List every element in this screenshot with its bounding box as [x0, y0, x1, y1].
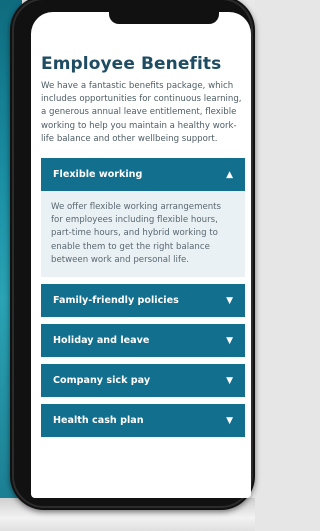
accordion-label: Holiday and leave: [53, 335, 150, 347]
intro-text: We have a fantastic benefits package, wh…: [41, 81, 242, 144]
chevron-down-icon: ▼: [226, 295, 233, 306]
chevron-up-icon: ▲: [226, 169, 233, 180]
phone-screen: Employee Benefits We have a fantastic be…: [31, 12, 251, 498]
accordion-label: Company sick pay: [53, 375, 151, 387]
accordion-header-health-cash-plan[interactable]: Health cash plan ▼: [41, 404, 245, 438]
page-title: Employee Benefits: [41, 54, 222, 74]
phone-notch: [109, 12, 219, 24]
accordion-panel-flexible-working: We offer flexible working arrangements f…: [41, 191, 245, 278]
benefits-accordion: Flexible working ▲ We offer flexible wor…: [41, 158, 245, 438]
accordion-header-sick-pay[interactable]: Company sick pay ▼: [41, 364, 245, 398]
accordion-label: Health cash plan: [53, 415, 144, 427]
chevron-down-icon: ▼: [226, 375, 233, 386]
accordion-label: Family-friendly policies: [53, 295, 179, 307]
accordion-label: Flexible working: [53, 169, 143, 181]
accordion-header-flexible-working[interactable]: Flexible working ▲: [41, 158, 245, 192]
benefits-section: Employee Benefits We have a fantastic be…: [41, 54, 245, 444]
chevron-down-icon: ▼: [226, 335, 233, 346]
accordion-header-holiday-leave[interactable]: Holiday and leave ▼: [41, 324, 245, 358]
accordion-header-family-friendly[interactable]: Family-friendly policies ▼: [41, 284, 245, 318]
chevron-down-icon: ▼: [226, 415, 233, 426]
